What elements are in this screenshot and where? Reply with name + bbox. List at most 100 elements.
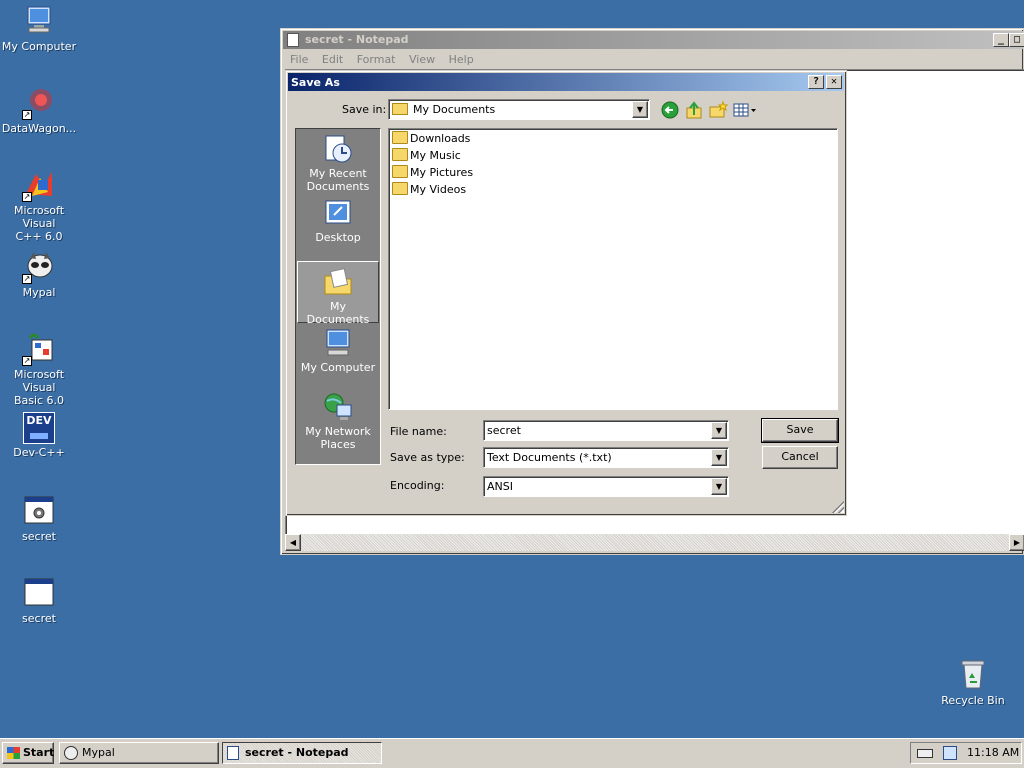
dialog-titlebar[interactable]: Save As ? ✕ bbox=[288, 73, 844, 91]
desktop-icon-label: secret bbox=[22, 612, 56, 625]
file-list[interactable]: Downloads My Music My Pictures My Videos bbox=[388, 128, 838, 410]
taskbar: Start Mypal secret - Notepad 11:18 AM bbox=[0, 738, 1024, 768]
shortcut-arrow-icon: ↗ bbox=[22, 356, 32, 366]
save-as-dialog: Save As ? ✕ Save in: My Documents ▼ My R… bbox=[285, 70, 847, 516]
desktop-icon-mypal[interactable]: ↗ Mypal bbox=[0, 250, 78, 299]
places-desktop[interactable]: Desktop bbox=[297, 197, 379, 257]
desktop-icon-label: Mypal bbox=[22, 286, 56, 299]
places-network[interactable]: My Network Places bbox=[297, 391, 379, 457]
file-item-downloads[interactable]: Downloads bbox=[392, 131, 470, 147]
file-item-my-pictures[interactable]: My Pictures bbox=[392, 165, 473, 181]
windows-logo-icon bbox=[7, 747, 20, 759]
task-label: Mypal bbox=[82, 746, 115, 759]
my-computer-icon bbox=[322, 327, 354, 359]
new-folder-icon bbox=[709, 100, 729, 118]
places-label-line1: My Computer bbox=[300, 361, 376, 374]
shortcut-arrow-icon: ↗ bbox=[22, 192, 32, 202]
start-label: Start bbox=[23, 746, 55, 759]
scroll-left-button[interactable]: ◀ bbox=[285, 534, 301, 551]
save-as-type-select[interactable]: Text Documents (*.txt) ▼ bbox=[483, 447, 729, 468]
chevron-down-icon[interactable]: ▼ bbox=[711, 422, 727, 439]
save-as-type-label: Save as type: bbox=[390, 451, 465, 464]
desktop-icon-secret-window[interactable]: secret bbox=[0, 576, 78, 625]
cancel-button[interactable]: Cancel bbox=[762, 446, 838, 469]
desktop-icon-label: DataWagon... bbox=[1, 122, 77, 135]
desktop-icon-recycle-bin[interactable]: Recycle Bin bbox=[934, 658, 1012, 707]
desktop-icon-label: secret bbox=[22, 530, 56, 543]
file-name-value: secret bbox=[487, 424, 521, 437]
resize-grip-icon[interactable] bbox=[832, 501, 844, 513]
task-button-notepad[interactable]: secret - Notepad bbox=[222, 742, 382, 764]
desktop-icon-secret-exe[interactable]: secret bbox=[0, 494, 78, 543]
shortcut-arrow-icon: ↗ bbox=[22, 274, 32, 284]
devcpp-icon: DEV bbox=[23, 412, 55, 444]
views-menu-button[interactable] bbox=[732, 100, 758, 120]
places-my-computer[interactable]: My Computer bbox=[297, 327, 379, 389]
file-name-input[interactable]: secret ▼ bbox=[483, 420, 729, 441]
desktop-icon-visual-basic[interactable]: ↗ Microsoft Visual Basic 6.0 bbox=[0, 332, 78, 407]
file-item-label: My Videos bbox=[410, 183, 467, 196]
up-folder-button[interactable] bbox=[684, 100, 704, 120]
file-item-label: My Pictures bbox=[410, 166, 474, 179]
recent-documents-icon bbox=[322, 133, 354, 165]
places-my-documents[interactable]: My Documents bbox=[297, 261, 379, 326]
desktop-icon-devcpp[interactable]: DEV Dev-C++ bbox=[0, 412, 78, 459]
desktop-icon-label-line2: C++ 6.0 bbox=[15, 230, 63, 243]
save-in-combo[interactable]: My Documents ▼ bbox=[388, 99, 650, 120]
mypal-icon bbox=[64, 746, 78, 760]
notepad-menubar: File Edit Format View Help bbox=[285, 51, 479, 69]
file-name-label: File name: bbox=[390, 425, 447, 438]
menu-format[interactable]: Format bbox=[352, 51, 401, 69]
shortcut-arrow-icon: ↗ bbox=[22, 110, 32, 120]
dialog-title: Save As bbox=[291, 76, 340, 89]
menu-edit[interactable]: Edit bbox=[317, 51, 348, 69]
close-button[interactable]: ✕ bbox=[826, 75, 842, 89]
devcpp-badge: DEV bbox=[26, 414, 52, 427]
menu-file[interactable]: File bbox=[285, 51, 313, 69]
notepad-icon bbox=[287, 33, 299, 47]
music-folder-icon bbox=[392, 148, 408, 161]
places-bar: My Recent Documents Desktop My Documents… bbox=[295, 128, 381, 465]
chevron-down-icon[interactable]: ▼ bbox=[711, 478, 727, 495]
mypal-icon: ↗ bbox=[22, 250, 56, 284]
save-in-label: Save in: bbox=[342, 103, 387, 116]
desktop-icon-label: My Computer bbox=[1, 40, 77, 53]
blank-window-icon bbox=[22, 576, 56, 610]
visual-cpp-icon: ↗ bbox=[22, 168, 56, 202]
places-recent-documents[interactable]: My Recent Documents bbox=[297, 133, 379, 195]
clock[interactable]: 11:18 AM bbox=[967, 746, 1019, 759]
menu-view[interactable]: View bbox=[404, 51, 440, 69]
start-button[interactable]: Start bbox=[2, 742, 54, 764]
places-label-line1: My Network bbox=[305, 425, 371, 438]
new-folder-button[interactable] bbox=[708, 100, 729, 120]
pictures-folder-icon bbox=[392, 165, 408, 178]
desktop-icon-my-computer[interactable]: My Computer bbox=[0, 4, 78, 53]
datawagon-icon: ↗ bbox=[22, 86, 56, 120]
save-button[interactable]: Save bbox=[761, 418, 839, 443]
encoding-select[interactable]: ANSI ▼ bbox=[483, 476, 729, 497]
horizontal-scrollbar[interactable]: ◀ ▶ bbox=[285, 534, 1024, 551]
desktop-icon-visual-cpp[interactable]: ↗ Microsoft Visual C++ 6.0 bbox=[0, 168, 78, 243]
notepad-titlebar[interactable]: secret - Notepad _ □ bbox=[283, 31, 1024, 49]
desktop-icon-datawagon[interactable]: ↗ DataWagon... bbox=[0, 86, 78, 135]
desktop-icon bbox=[322, 197, 354, 229]
back-button[interactable] bbox=[660, 100, 680, 120]
menu-help[interactable]: Help bbox=[444, 51, 479, 69]
keyboard-icon[interactable] bbox=[917, 749, 933, 758]
chevron-down-icon[interactable]: ▼ bbox=[632, 101, 648, 118]
file-item-my-music[interactable]: My Music bbox=[392, 148, 461, 164]
scroll-right-button[interactable]: ▶ bbox=[1009, 534, 1024, 551]
network-places-icon bbox=[322, 391, 354, 423]
help-button[interactable]: ? bbox=[808, 75, 824, 89]
chevron-down-icon[interactable]: ▼ bbox=[711, 449, 727, 466]
file-item-my-videos[interactable]: My Videos bbox=[392, 182, 466, 198]
network-tray-icon[interactable] bbox=[943, 746, 957, 760]
places-label-line1: My Recent bbox=[309, 167, 367, 180]
visual-basic-icon: ↗ bbox=[22, 332, 56, 366]
maximize-button[interactable]: □ bbox=[1009, 33, 1024, 47]
task-button-mypal[interactable]: Mypal bbox=[59, 742, 219, 764]
my-documents-small-icon bbox=[392, 103, 408, 115]
encoding-label: Encoding: bbox=[390, 479, 445, 492]
minimize-button[interactable]: _ bbox=[993, 33, 1009, 47]
desktop-icon-label: Recycle Bin bbox=[941, 694, 1005, 707]
